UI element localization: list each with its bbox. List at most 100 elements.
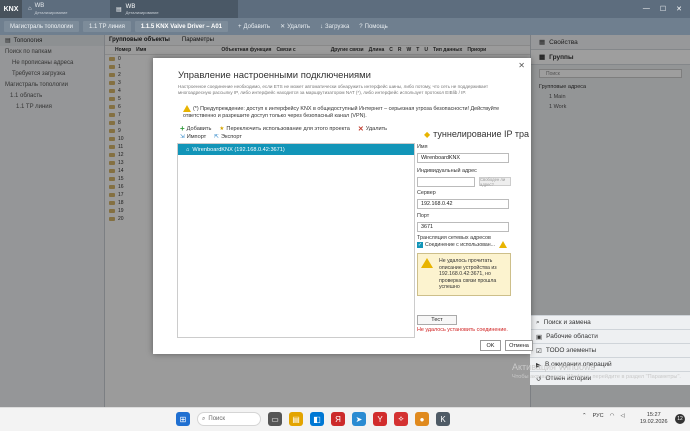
start-icon[interactable]: ⊞ xyxy=(176,412,190,426)
windows-activation-watermark: Активация Windows Чтобы активировать Win… xyxy=(512,362,681,382)
cancel-button[interactable]: Отмена xyxy=(505,340,533,351)
name-label: Имя xyxy=(417,144,428,150)
delete-button[interactable]: ✕ Удалить xyxy=(280,23,311,31)
help-icon: ? xyxy=(359,23,363,30)
watermark-subtitle: Чтобы активировать Windows, перейдите в … xyxy=(512,374,681,380)
taskbar-clock[interactable]: 15:27 19.02.2026 xyxy=(640,412,668,426)
warning-icon xyxy=(183,105,191,112)
watermark-title: Активация Windows xyxy=(512,362,595,372)
server-label: Сервер xyxy=(417,190,436,196)
error-message: Не удалось установить соединение. xyxy=(417,327,508,333)
connection-message-text: Не удалось прочитать описание устройства… xyxy=(439,258,497,291)
taskbar-time: 15:27 xyxy=(646,412,661,418)
network-icon: ⌂ xyxy=(186,146,190,153)
chevron-up-icon[interactable]: ⌃ xyxy=(582,413,587,419)
tunnel-option-label: Соединение с использован... xyxy=(425,241,495,248)
workspaces-panel[interactable]: ▣ Рабочие области xyxy=(530,329,690,343)
panel-label: Рабочие области xyxy=(546,333,598,340)
telegram-icon[interactable]: ➤ xyxy=(352,412,366,426)
properties-title-label: туннелирование IP тра xyxy=(433,129,529,139)
delete-connection-label: Удалить xyxy=(365,125,388,132)
pdf-icon[interactable]: ⟡ xyxy=(394,412,408,426)
toggle-icon: ★ xyxy=(219,125,225,132)
taskbar: ⊞ ⌕ Поиск ▭ ▤ ◧ Я ➤ Y ⟡ ● K ⌃ РУС ◠ ◁ 15:… xyxy=(0,407,690,431)
help-button[interactable]: ? Помощь xyxy=(359,24,388,30)
properties-title: ◆ туннелирование IP тра xyxy=(424,129,529,139)
ribbon: Магистраль топологии 1.1 TP линия 1.1.5 … xyxy=(0,18,690,35)
ok-button[interactable]: OK xyxy=(480,340,501,351)
breadcrumb-topology[interactable]: Магистраль топологии xyxy=(4,21,79,32)
taskview-icon[interactable]: ▭ xyxy=(268,412,282,426)
delete-label: Удалить xyxy=(287,23,311,30)
warning-text: (*) Предупреждение: доступ к интерфейсу … xyxy=(183,105,500,119)
taskbar-apps: ⊞ ⌕ Поиск ▭ ▤ ◧ Я ➤ Y ⟡ ● K xyxy=(176,412,450,426)
volume-icon[interactable]: ◁ xyxy=(620,413,624,419)
add-connection-label: Добавить xyxy=(186,125,212,132)
project-tab-subtitle: Детализирование xyxy=(125,9,159,15)
app-icon[interactable]: ● xyxy=(415,412,429,426)
search-replace-panel[interactable]: ⌕ Поиск и замена xyxy=(530,315,690,329)
yandex-icon[interactable]: Я xyxy=(331,412,345,426)
dialog-toolbar: + Добавить ★ Переключить использование для… xyxy=(180,124,387,133)
list-item-label: WirenboardKNX (192.168.0.42:3671) xyxy=(192,146,285,153)
wifi-icon[interactable]: ◠ xyxy=(610,413,615,419)
window-controls: — ☐ ✕ xyxy=(643,5,690,13)
home-icon: ⌂ xyxy=(28,6,32,12)
taskbar-search[interactable]: ⌕ Поиск xyxy=(197,412,261,426)
taskbar-lang[interactable]: РУС xyxy=(593,413,604,419)
server-field[interactable]: 192.168.0.42 xyxy=(417,199,509,209)
name-field[interactable]: WirenboardKNX xyxy=(417,153,509,163)
tunnel-option: ✓ Соединение с использован... xyxy=(417,241,509,248)
delete-icon: ✕ xyxy=(280,24,286,30)
warning-icon xyxy=(498,241,507,248)
system-tray: ⌃ РУС ◠ ◁ xyxy=(582,413,625,419)
help-label: Помощь xyxy=(364,23,388,30)
tab-project-wb[interactable]: ▤ WB Детализирование xyxy=(110,0,238,18)
dialog-close-button[interactable]: ✕ xyxy=(518,61,525,70)
port-label: Порт xyxy=(417,213,430,219)
export-button[interactable]: ⇱ Экспорт xyxy=(214,134,242,140)
import-icon: ⇲ xyxy=(180,134,185,140)
home-tab-title: WB xyxy=(34,3,45,9)
import-button[interactable]: ⇲ Импорт xyxy=(180,134,206,140)
todo-icon: ☑ xyxy=(536,347,542,355)
maximize-button[interactable]: ☐ xyxy=(660,5,666,13)
home-tab-subtitle: Детализирование xyxy=(34,10,68,15)
notification-badge[interactable]: 12 xyxy=(675,414,685,424)
knx-taskbar-icon[interactable]: K xyxy=(436,412,450,426)
toggle-usage-button[interactable]: ★ Переключить использование для этого про… xyxy=(219,126,349,132)
add-label: Добавить xyxy=(243,23,271,30)
minimize-button[interactable]: — xyxy=(643,5,650,13)
breadcrumb-device[interactable]: 1.1.5 KNX Valve Driver – A01 xyxy=(134,21,229,32)
tab-home[interactable]: ⌂ WB Детализирование xyxy=(22,0,110,18)
search-icon: ⌕ xyxy=(202,415,206,422)
close-button[interactable]: ✕ xyxy=(676,5,682,13)
dialog-toolbar-2: ⇲ Импорт ⇱ Экспорт xyxy=(180,134,242,140)
tunnel-icon: ◆ xyxy=(424,129,431,139)
project-icon: ▤ xyxy=(116,6,122,13)
import-label: Импорт xyxy=(186,134,207,140)
todo-panel[interactable]: ☑ TODO элементы xyxy=(530,343,690,357)
nat-checkbox[interactable]: ✓ xyxy=(417,241,423,248)
yandex-browser-icon[interactable]: Y xyxy=(373,412,387,426)
test-button[interactable]: Тест xyxy=(417,315,457,325)
check-address-button[interactable]: Свободен ли адрес? xyxy=(479,177,511,187)
add-connection-button[interactable]: + Добавить xyxy=(180,124,211,133)
breadcrumb-line[interactable]: 1.1 TP линия xyxy=(82,21,131,32)
individual-address-label: Индивидуальный адрес xyxy=(417,168,477,174)
delete-connection-button[interactable]: ✕ Удалить xyxy=(358,125,387,133)
plus-icon: + xyxy=(238,23,242,30)
individual-address-field[interactable] xyxy=(417,177,475,187)
toggle-usage-label: Переключить использование для этого прое… xyxy=(226,125,350,132)
workspace-icon: ▣ xyxy=(536,333,543,341)
load-button[interactable]: ↓ Загрузка xyxy=(320,24,349,30)
add-button[interactable]: + Добавить xyxy=(238,24,270,30)
dialog-description: Настроенное соединение необходимо, если … xyxy=(178,84,489,95)
panel-label: TODO элементы xyxy=(545,347,597,354)
load-label: Загрузка xyxy=(325,23,350,30)
warning-icon xyxy=(421,258,433,268)
port-field[interactable]: 3671 xyxy=(417,222,509,232)
list-item[interactable]: ⌂ WirenboardKNX (192.168.0.42:3671) xyxy=(178,144,414,155)
store-icon[interactable]: ◧ xyxy=(310,412,324,426)
explorer-icon[interactable]: ▤ xyxy=(289,412,303,426)
